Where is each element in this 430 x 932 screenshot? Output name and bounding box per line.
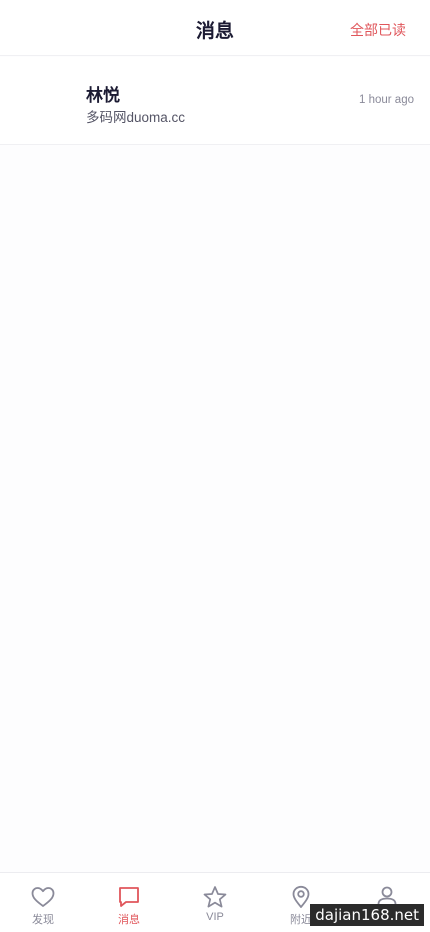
sender-name: 林悦 [86,86,120,105]
heart-icon [31,887,55,907]
nav-label-discover: 发现 [32,914,54,926]
nav-label-nearby: 附近 [290,914,312,926]
mark-all-read-button[interactable]: 全部已读 [350,20,406,40]
app-root: 消息 全部已读 林悦 多码网duoma.cc 1 hour ago 发现 消息 [0,0,430,932]
nav-item-vip[interactable]: VIP [172,873,258,932]
message-list: 林悦 多码网duoma.cc 1 hour ago [0,57,430,145]
message-timestamp: 1 hour ago [359,94,414,106]
nav-item-messages[interactable]: 消息 [86,873,172,932]
top-header: 消息 全部已读 [0,0,430,56]
star-icon [203,886,227,908]
nav-item-discover[interactable]: 发现 [0,873,86,932]
list-item[interactable]: 林悦 多码网duoma.cc 1 hour ago [0,57,430,145]
message-preview: 多码网duoma.cc [86,110,186,125]
nav-label-vip: VIP [206,911,224,923]
nav-label-messages: 消息 [118,914,140,926]
avatar [20,77,68,125]
watermark: dajian168.net [310,904,424,926]
chat-icon [119,887,139,907]
